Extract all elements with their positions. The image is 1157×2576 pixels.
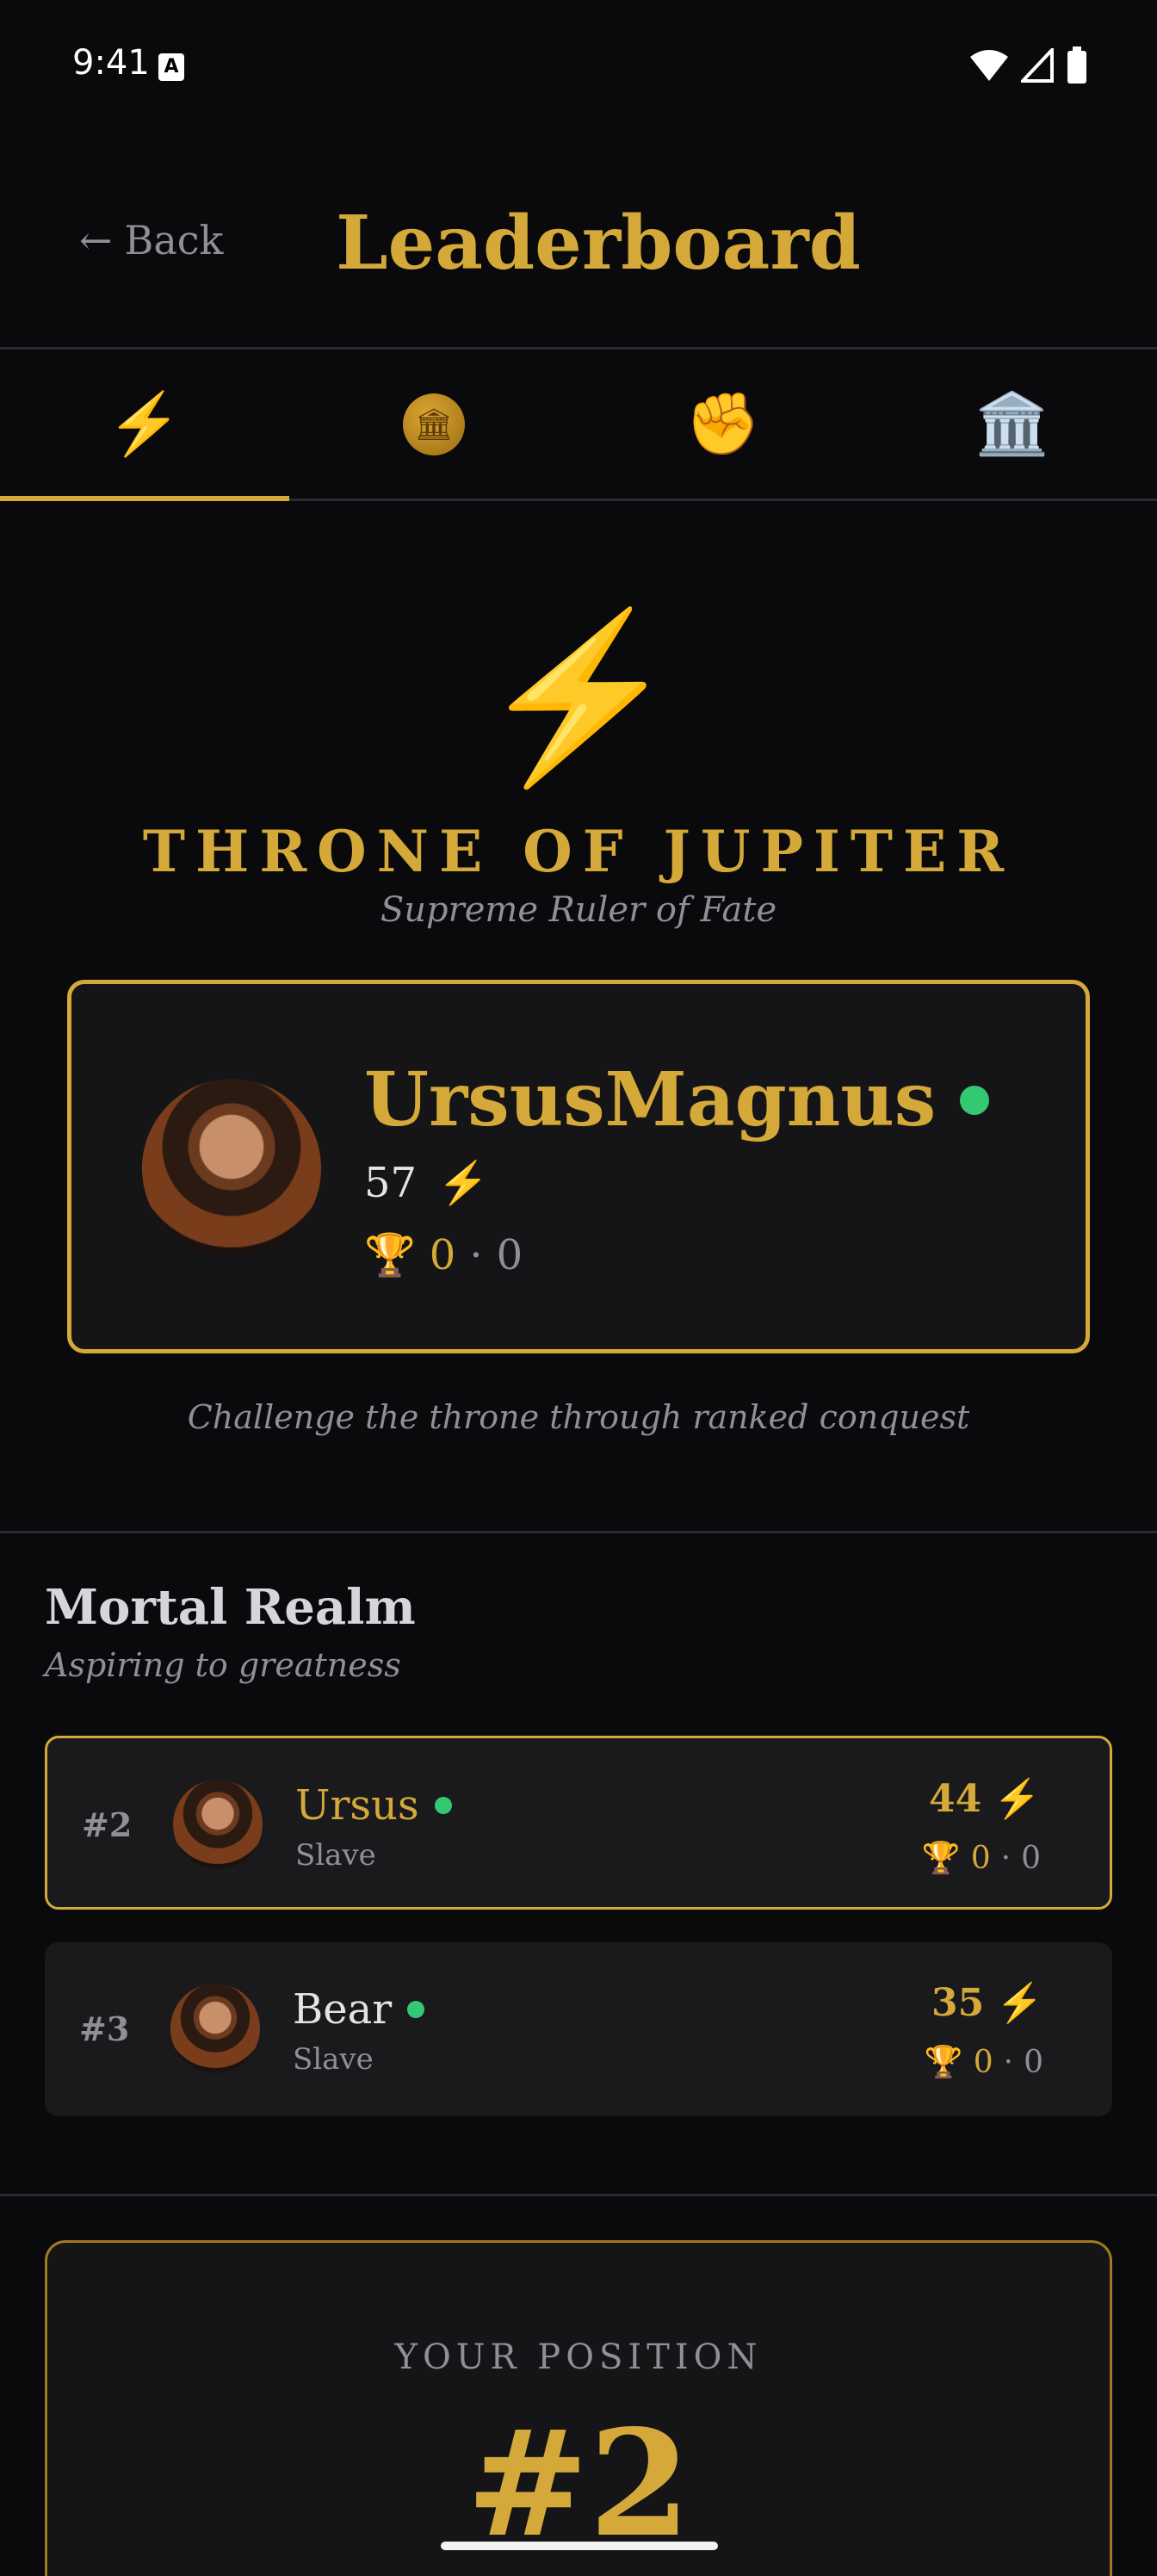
row-score: 44 ⚡ xyxy=(928,1776,1041,1822)
trophy-icon: 🏆 xyxy=(921,1841,961,1876)
header: ← Back Leaderboard xyxy=(0,138,1157,350)
divider xyxy=(0,2194,1157,2196)
row-record: 🏆 0 · 0 xyxy=(924,2044,1043,2081)
leaderboard-row[interactable]: #2 Ursus Slave 44 ⚡ 🏆 0 · 0 xyxy=(45,1736,1112,1910)
lightning-icon: ⚡ xyxy=(437,1159,489,1207)
leaderboard-row[interactable]: #3 Bear Slave 35 ⚡ 🏆 0 · 0 xyxy=(45,1942,1112,2116)
signal-icon xyxy=(1021,48,1054,83)
row-score: 35 ⚡ xyxy=(931,1980,1043,2026)
online-indicator xyxy=(407,2001,425,2018)
online-indicator xyxy=(960,1085,990,1115)
tab-lightning[interactable]: ⚡ xyxy=(0,350,289,501)
fist-icon: ✊ xyxy=(685,388,761,459)
status-time: 9:41 xyxy=(72,43,150,83)
avatar xyxy=(173,1780,263,1869)
throne-holder-name: UrsusMagnus xyxy=(364,1056,990,1143)
row-player-name: Bear xyxy=(293,1985,425,2034)
player-name: UrsusMagnus xyxy=(364,1056,937,1143)
section-title: Mortal Realm xyxy=(45,1579,416,1636)
wins-count: 0 xyxy=(973,2044,993,2080)
score-value: 35 xyxy=(931,1980,985,2025)
temple-icon: 🏛️ xyxy=(974,388,1050,459)
record-separator: · xyxy=(1003,2044,1014,2080)
leaderboard-screen: 9:41 A ← Back Leaderboard ⚡ 🏛 ✊ 🏛️ ⚡ THR… xyxy=(0,0,1157,2576)
throne-lightning-icon: ⚡ xyxy=(476,602,681,792)
category-tabs: ⚡ 🏛 ✊ 🏛️ xyxy=(0,350,1157,501)
lightning-icon: ⚡ xyxy=(996,1981,1043,2025)
player-name: Ursus xyxy=(295,1781,419,1830)
trophy-icon: 🏆 xyxy=(364,1231,416,1279)
page-title: Leaderboard xyxy=(336,200,861,287)
avatar xyxy=(142,1079,321,1258)
row-player-name: Ursus xyxy=(295,1781,452,1830)
throne-holder-record: 🏆 0 · 0 xyxy=(364,1230,523,1280)
wins-count: 0 xyxy=(970,1840,991,1876)
challenge-text: Challenge the throne through ranked conq… xyxy=(187,1398,970,1436)
accessibility-icon: A xyxy=(158,53,184,81)
home-indicator[interactable] xyxy=(441,2542,718,2550)
row-record: 🏆 0 · 0 xyxy=(921,1840,1041,1877)
score-value: 44 xyxy=(928,1776,982,1821)
score-value: 57 xyxy=(364,1158,418,1207)
player-name: Bear xyxy=(293,1985,393,2034)
coin-icon: 🏛 xyxy=(403,393,465,455)
tab-fist[interactable]: ✊ xyxy=(578,350,868,498)
losses-count: 0 xyxy=(496,1230,523,1279)
battery-icon xyxy=(1067,46,1086,84)
your-position-card: YOUR POSITION #2 xyxy=(45,2240,1112,2576)
record-separator: · xyxy=(469,1230,483,1279)
throne-holder-score: 57 ⚡ xyxy=(364,1158,489,1208)
throne-title: THRONE OF JUPITER xyxy=(142,818,1015,885)
tab-coin[interactable]: 🏛 xyxy=(289,350,578,498)
status-bar: 9:41 A xyxy=(0,0,1157,138)
tab-temple[interactable]: 🏛️ xyxy=(868,350,1157,498)
throne-holder-card[interactable]: UrsusMagnus 57 ⚡ 🏆 0 · 0 xyxy=(67,980,1090,1353)
losses-count: 0 xyxy=(1021,1840,1041,1876)
avatar xyxy=(170,1984,260,2073)
wins-count: 0 xyxy=(429,1230,456,1279)
record-separator: · xyxy=(1000,1840,1012,1876)
losses-count: 0 xyxy=(1024,2044,1043,2080)
your-position-label: YOUR POSITION xyxy=(394,2338,763,2377)
throne-subtitle: Supreme Ruler of Fate xyxy=(380,890,777,930)
section-subtitle: Aspiring to greatness xyxy=(45,1646,401,1684)
row-player-title: Slave xyxy=(293,2042,374,2077)
online-indicator xyxy=(434,1797,452,1814)
lightning-icon: ⚡ xyxy=(107,388,183,459)
lightning-icon: ⚡ xyxy=(993,1777,1041,1821)
trophy-icon: 🏆 xyxy=(924,2045,963,2080)
row-rank: #3 xyxy=(79,2009,130,2048)
wifi-icon xyxy=(970,50,1008,81)
row-rank: #2 xyxy=(82,1805,133,1844)
status-icons xyxy=(969,46,1088,84)
divider xyxy=(0,1531,1157,1533)
row-player-title: Slave xyxy=(295,1838,376,1873)
